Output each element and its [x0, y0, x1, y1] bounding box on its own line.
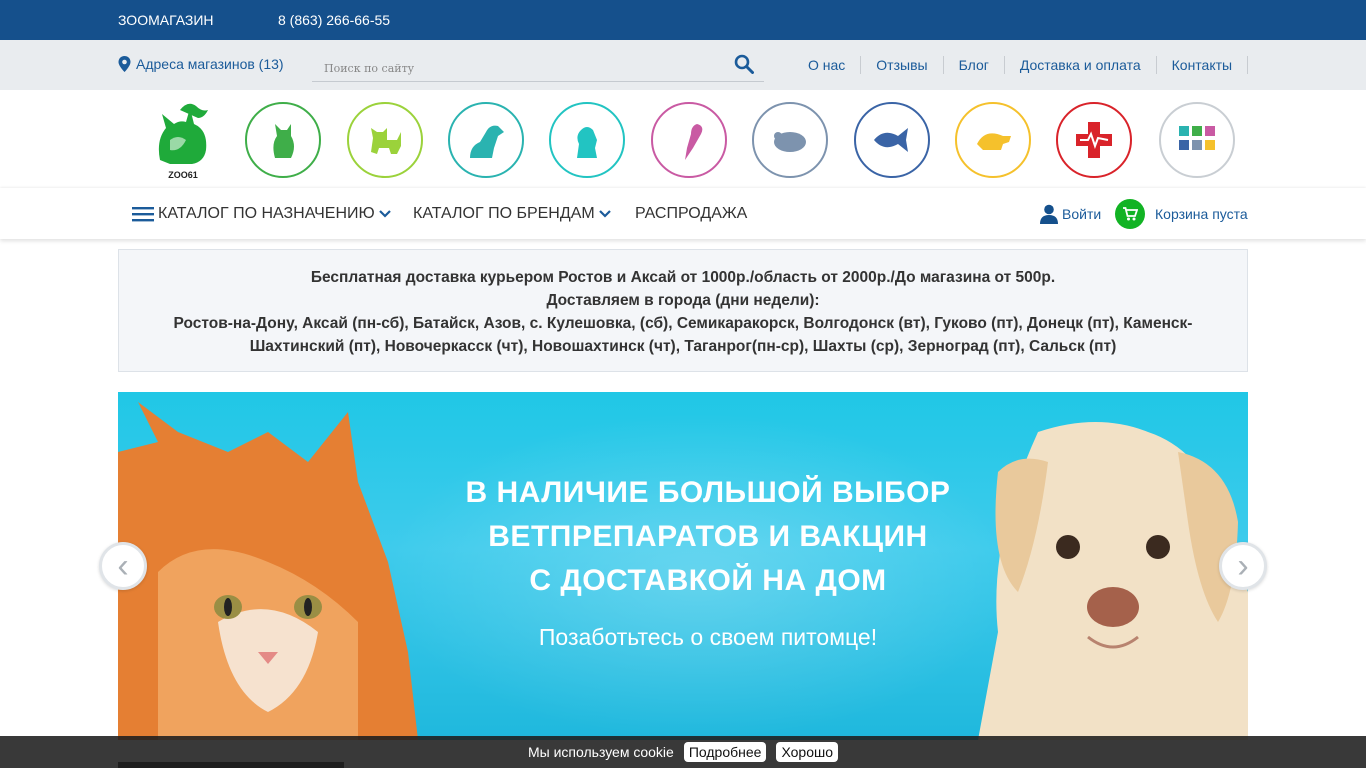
cookie-text: Мы используем cookie: [527, 744, 674, 760]
stores-address-label: Адреса магазинов (13): [136, 56, 284, 72]
cookie-more-button[interactable]: Подробнее: [683, 742, 767, 762]
turtle-icon: [977, 133, 1011, 150]
category-dogs[interactable]: [448, 102, 524, 178]
catalog-purpose-menu[interactable]: КАТАЛОГ ПО НАЗНАЧЕНИЮ: [132, 205, 391, 223]
search-input[interactable]: [324, 60, 724, 76]
delivery-line-2: Доставляем в города (дни недели):: [546, 292, 820, 309]
catalog-brands-label: КАТАЛОГ ПО БРЕНДАМ: [413, 205, 595, 222]
chevron-left-icon: ‹: [117, 547, 129, 585]
user-icon: [1040, 204, 1058, 224]
promo-banner[interactable]: В НАЛИЧИЕ БОЛЬШОЙ ВЫБОР ВЕТПРЕПАРАТОВ И …: [118, 392, 1248, 740]
rodent-icon: [774, 132, 806, 152]
delivery-info-box: Бесплатная доставка курьером Ростов и Ак…: [118, 249, 1248, 372]
category-all[interactable]: [1159, 102, 1235, 178]
top-nav: О нас Отзывы Блог Доставка и оплата Конт…: [793, 56, 1249, 74]
cart-icon: [1115, 199, 1145, 229]
shop-label: ЗООМАГАЗИН: [118, 12, 214, 28]
delivery-cities: Ростов-на-Дону, Аксай (пн-сб), Батайск, …: [173, 315, 1193, 355]
search-box: [312, 48, 764, 82]
category-rodents[interactable]: [752, 102, 828, 178]
svg-text:ZOO61: ZOO61: [168, 170, 198, 180]
dog-icon: [470, 125, 504, 158]
nav-reviews[interactable]: Отзывы: [861, 56, 944, 74]
zoo61-logo[interactable]: ZOO61: [150, 100, 216, 182]
cat-icon: [273, 124, 294, 158]
banner-headline-2: ВЕТПРЕПАРАТОВ И ВАКЦИН: [488, 520, 928, 553]
slider-next-button[interactable]: ›: [1219, 542, 1267, 590]
main-nav: КАТАЛОГ ПО НАЗНАЧЕНИЮ КАТАЛОГ ПО БРЕНДАМ…: [0, 188, 1366, 239]
hamburger-icon: [132, 207, 154, 222]
delivery-line-1: Бесплатная доставка курьером Ростов и Ак…: [310, 269, 1056, 286]
cart-label: Корзина пуста: [1155, 206, 1248, 222]
nav-about[interactable]: О нас: [793, 56, 862, 74]
kitten-icon: [371, 128, 401, 154]
chevron-down-icon: [598, 210, 611, 218]
chevron-down-icon: [378, 210, 391, 218]
category-strip: ZOO61: [0, 90, 1366, 188]
logo-icon: ZOO61: [158, 103, 208, 180]
map-pin-icon: [118, 56, 131, 72]
category-puppies[interactable]: [549, 102, 625, 178]
category-fish[interactable]: [854, 102, 930, 178]
catalog-brands-menu[interactable]: КАТАЛОГ ПО БРЕНДАМ: [413, 205, 611, 223]
category-cats[interactable]: [245, 102, 321, 178]
slider-prev-button[interactable]: ‹: [99, 542, 147, 590]
cookie-accept-button[interactable]: Хорошо: [776, 742, 838, 762]
stores-address-link[interactable]: Адреса магазинов (13): [118, 56, 284, 72]
search-icon[interactable]: [734, 54, 754, 74]
fish-icon: [874, 128, 908, 152]
category-vet-pharmacy[interactable]: [1056, 102, 1132, 178]
banner-headline-1: В НАЛИЧИЕ БОЛЬШОЙ ВЫБОР: [465, 476, 951, 509]
category-kittens[interactable]: [347, 102, 423, 178]
category-birds[interactable]: [651, 102, 727, 178]
puppy-icon: [577, 127, 597, 158]
banner-subtitle: Позаботьтесь о своем питомце!: [538, 624, 878, 650]
phone-number[interactable]: 8 (863) 266-66-55: [278, 12, 390, 28]
top-bar: ЗООМАГАЗИН 8 (863) 266-66-55: [0, 0, 1366, 40]
chevron-right-icon: ›: [1237, 547, 1249, 585]
grid-icon: [1179, 126, 1215, 150]
login-label: Войти: [1062, 206, 1102, 222]
cart-button[interactable]: Корзина пуста: [1115, 199, 1248, 229]
nav-delivery[interactable]: Доставка и оплата: [1005, 56, 1157, 74]
parrot-icon: [685, 124, 703, 160]
sale-link[interactable]: РАСПРОДАЖА: [635, 205, 747, 223]
banner-headline-3: С ДОСТАВКОЙ НА ДОМ: [529, 564, 887, 597]
login-button[interactable]: Войти: [1040, 204, 1101, 224]
vet-cross-icon: [1076, 122, 1112, 158]
nav-contacts[interactable]: Контакты: [1157, 56, 1249, 74]
cookie-bar: Мы используем cookie Подробнее Хорошо: [0, 736, 1366, 768]
catalog-purpose-label: КАТАЛОГ ПО НАЗНАЧЕНИЮ: [158, 205, 375, 222]
secondary-bar: Адреса магазинов (13) О нас Отзывы Блог …: [0, 40, 1366, 90]
nav-blog[interactable]: Блог: [944, 56, 1005, 74]
sale-label: РАСПРОДАЖА: [635, 205, 748, 222]
category-reptiles[interactable]: [955, 102, 1031, 178]
